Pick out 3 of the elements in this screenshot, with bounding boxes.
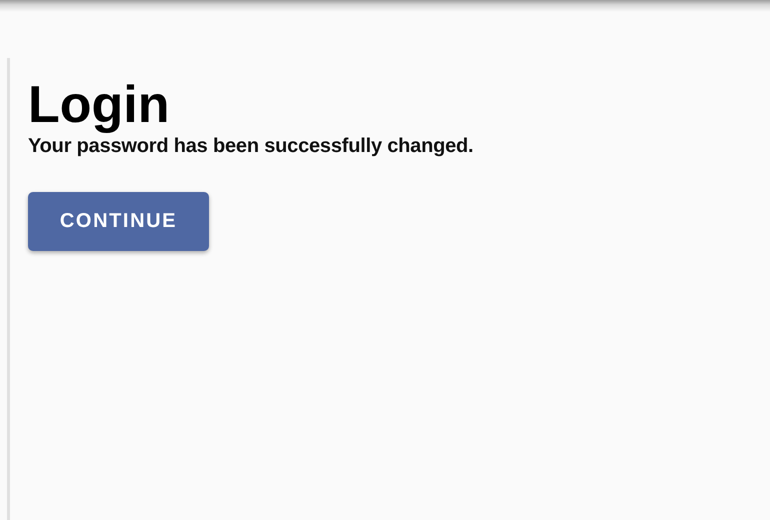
continue-button[interactable]: CONTINUE [28, 192, 209, 251]
page-title: Login [28, 78, 170, 133]
success-message: Your password has been successfully changed. [28, 134, 474, 158]
